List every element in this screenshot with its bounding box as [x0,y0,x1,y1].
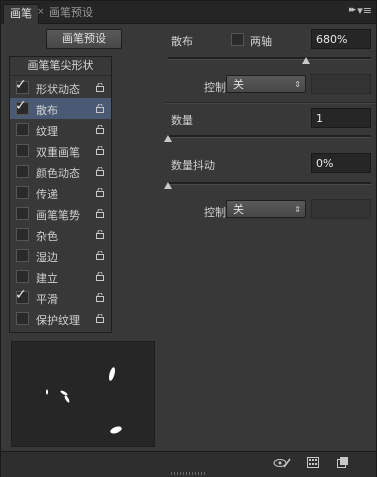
lock-icon[interactable] [96,166,104,176]
list-item-label: 杂色 [36,230,58,243]
lock-icon[interactable] [96,229,104,239]
list-item[interactable]: 纹理 [10,119,111,140]
scatter-control-field [311,74,371,94]
brush-stroke-preview [11,341,155,447]
list-item-label: 建立 [36,272,58,285]
collapse-icon[interactable]: ▸▸ [349,5,356,15]
count-jitter-control-select[interactable]: 关 ⇕ [226,200,306,218]
count-jitter-control-value: 关 [233,203,244,216]
tab-bar: 画笔 × 画笔预设 ▸▸ ▾≡ [1,1,376,24]
tab-brush[interactable]: 画笔 [3,4,39,24]
lock-icon[interactable] [96,124,104,134]
list-item[interactable]: ✓ 平滑 [10,287,111,308]
count-jitter-control-field [311,199,371,219]
item-checkbox[interactable] [16,123,29,136]
tab-brush-presets[interactable]: 画笔预设 [43,4,99,23]
brush-presets-button[interactable]: 画笔预设 [46,29,122,49]
item-checkbox[interactable] [16,186,29,199]
list-item[interactable]: 保护纹理 [10,308,111,329]
brush-tip-shape-item[interactable]: 画笔笔尖形状 [10,57,111,76]
item-checkbox[interactable] [16,312,29,325]
resize-grip[interactable] [171,472,207,475]
item-checkbox[interactable] [16,165,29,178]
scatter-control-select[interactable]: 关 ⇕ [226,75,306,93]
new-brush-icon[interactable] [337,457,348,468]
count-slider-track[interactable] [168,135,371,138]
list-item[interactable]: 双重画笔 [10,140,111,161]
checkmark-icon: ✓ [15,77,27,93]
list-item[interactable]: 颜色动态 [10,161,111,182]
lock-icon[interactable] [96,208,104,218]
list-item[interactable]: 传递 [10,182,111,203]
panel-menu-icon[interactable]: ▾≡ [357,4,372,17]
list-item-label: 形状动态 [36,83,80,96]
section-divider [165,102,375,104]
lock-icon[interactable] [96,250,104,260]
list-item[interactable]: 湿边 [10,245,111,266]
scatter-slider-track[interactable] [168,57,371,60]
lock-icon[interactable] [96,103,104,113]
list-item-label: 画笔笔势 [36,209,80,222]
count-jitter-slider-thumb[interactable] [164,182,172,189]
list-item-label: 平滑 [36,293,58,306]
lock-icon[interactable] [96,271,104,281]
count-jitter-label: 数量抖动 [171,159,215,172]
scatter-label: 散布 [171,35,193,48]
list-item-label: 纹理 [36,125,58,138]
list-item-label: 保护纹理 [36,314,80,327]
item-checkbox[interactable] [16,270,29,283]
list-item-label: 湿边 [36,251,58,264]
scatter-slider-thumb[interactable] [302,57,311,64]
list-item-label: 散布 [36,104,58,117]
grid-icon[interactable] [307,457,319,468]
preview-strokes [46,367,122,434]
both-axes-checkbox[interactable] [231,33,244,46]
item-checkbox[interactable] [16,228,29,241]
list-item-label: 颜色动态 [36,167,80,180]
brush-settings-list: 画笔笔尖形状 ✓ 形状动态 ✓ 散布纹理双重画笔颜色动态传递画笔笔势杂色湿边建立 ✓ 平滑… [9,56,112,333]
toggle-live-tip-preview-icon[interactable] [273,458,291,468]
item-checkbox[interactable] [16,207,29,220]
list-item[interactable]: 画笔笔势 [10,203,111,224]
list-item[interactable]: 杂色 [10,224,111,245]
preview-stroke [60,390,68,396]
count-slider-thumb[interactable] [164,135,172,142]
scatter-value-field[interactable]: 680% [311,29,371,49]
preview-stroke [110,426,122,434]
count-jitter-slider-track[interactable] [168,182,371,185]
item-checkbox[interactable] [16,249,29,262]
checkmark-icon: ✓ [15,98,27,114]
preview-stroke [64,395,70,403]
select-arrow-icon: ⇕ [294,205,301,214]
list-item-label: 传递 [36,188,58,201]
list-item-label: 双重画笔 [36,146,80,159]
lock-icon[interactable] [96,187,104,197]
lock-icon[interactable] [96,82,104,92]
both-axes-label: 两轴 [250,35,272,48]
lock-icon[interactable] [96,313,104,323]
lock-icon[interactable] [96,145,104,155]
list-item[interactable]: 建立 [10,266,111,287]
select-arrow-icon: ⇕ [294,80,301,89]
checkmark-icon: ✓ [15,287,27,303]
scatter-control-value: 关 [233,78,244,91]
list-item[interactable]: ✓ 形状动态 [10,77,111,98]
item-checkbox[interactable] [16,144,29,157]
panel-footer [1,451,376,477]
list-item[interactable]: ✓ 散布 [10,98,111,119]
count-value-field[interactable]: 1 [311,108,371,128]
count-jitter-value-field[interactable]: 0% [311,153,371,173]
lock-icon[interactable] [96,292,104,302]
preview-stroke [108,367,116,381]
brush-panel: 画笔 × 画笔预设 ▸▸ ▾≡ 画笔预设 画笔笔尖形状 ✓ 形状动态 ✓ 散布纹理双重… [0,0,377,477]
count-label: 数量 [171,114,193,127]
preview-stroke [46,389,48,395]
